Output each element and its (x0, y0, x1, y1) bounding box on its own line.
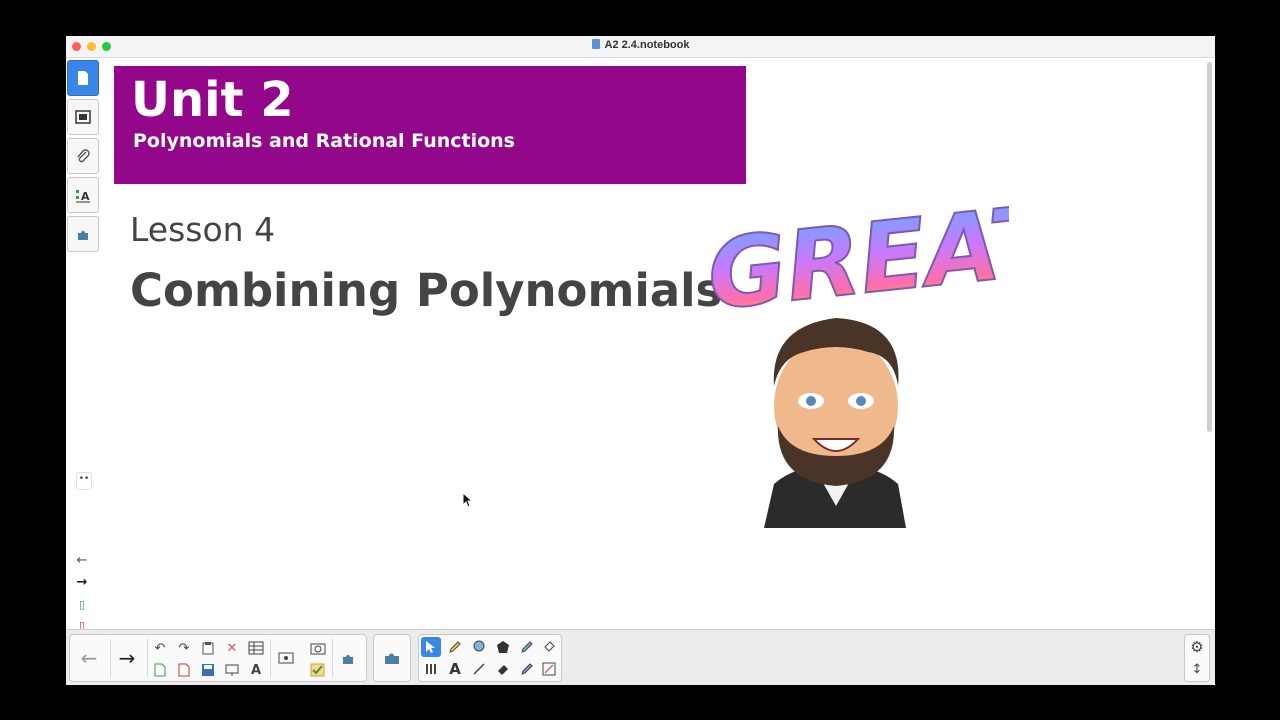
magic-pen-icon (521, 663, 533, 675)
text-format-button[interactable]: A (246, 660, 266, 680)
properties-tool-icon (542, 662, 556, 676)
screen-capture-button[interactable] (308, 638, 328, 658)
insert-table-button[interactable] (246, 638, 266, 658)
screen-shade-icon (278, 652, 294, 664)
addons-panel-button[interactable] (382, 648, 402, 668)
calligraphic-pen-button[interactable] (517, 637, 537, 657)
unit-banner: Unit 2 Polynomials and Rational Function… (114, 66, 746, 184)
side-tabs: A •• ← → ▯ ▯ (66, 58, 102, 632)
app-window: A2 2.4.notebook A •• ← → ▯ ▯ Unit 2 Poly… (66, 36, 1215, 685)
toolbar-tools-group: A (418, 634, 562, 682)
screen-shade-button[interactable] (276, 649, 296, 669)
save-button[interactable] (198, 660, 218, 680)
attachments-icon (77, 149, 90, 163)
properties-icon: A (76, 190, 90, 203)
measurement-icon (426, 664, 436, 674)
addons-icon (78, 231, 88, 240)
unit-heading: Unit 2 (131, 72, 294, 128)
paint-bucket-icon (544, 641, 555, 652)
slide-canvas[interactable]: Unit 2 Polynomials and Rational Function… (104, 58, 1204, 628)
checkbox-icon (310, 663, 325, 677)
previous-page-arrow-button[interactable]: ← (74, 638, 104, 678)
great-sticker: GREAT! (701, 178, 1009, 316)
up-down-arrow-icon: ↕ (1191, 661, 1203, 677)
measurement-tools-button[interactable] (421, 659, 441, 679)
shapes-icon (473, 640, 485, 652)
table-icon (248, 641, 264, 655)
magic-pen-button[interactable] (517, 659, 537, 679)
text-format-icon: A (250, 662, 262, 678)
redo-button[interactable]: ↷ (174, 638, 194, 658)
paste-button[interactable] (198, 638, 218, 658)
line-tool-button[interactable] (469, 659, 489, 679)
undo-button[interactable]: ↶ (150, 638, 170, 658)
select-arrow-icon (426, 641, 435, 653)
delete-icon: ✕ (226, 640, 238, 656)
line-icon (473, 663, 485, 675)
title-bar: A2 2.4.notebook (66, 36, 1215, 58)
monitor-icon (225, 664, 239, 676)
settings-button[interactable]: ⚙ (1187, 637, 1207, 657)
attachments-tab[interactable] (67, 138, 99, 174)
previous-page-button[interactable]: ← (74, 553, 90, 568)
addons-tab[interactable] (67, 216, 99, 252)
teacher-avatar (764, 318, 906, 528)
toolbar-settings-group: ⚙ ↕ (1184, 634, 1210, 682)
regular-polygon-tool-button[interactable] (493, 637, 513, 657)
save-icon (202, 664, 214, 676)
right-arrow-icon: → (118, 646, 136, 670)
delete-page-toolbar-icon (178, 663, 190, 677)
pen-icon (449, 641, 461, 653)
new-page-icon (154, 663, 166, 677)
properties-tab[interactable]: A (67, 177, 99, 213)
toolbar-position-button[interactable]: ↕ (1187, 659, 1207, 679)
window-title: A2 2.4.notebook (66, 39, 1215, 51)
eraser-icon (498, 665, 508, 675)
page-sorter-icon (78, 71, 88, 85)
svg-text:A: A (81, 190, 90, 203)
pen-tool-button[interactable] (445, 637, 465, 657)
puzzle-icon (343, 655, 353, 664)
next-page-arrow-button[interactable]: → (112, 638, 142, 678)
left-arrow-icon: ← (80, 646, 98, 670)
redo-icon: ↷ (178, 640, 190, 656)
mouse-pointer-icon (462, 492, 474, 508)
calligraphic-pen-icon (521, 641, 533, 653)
addon-icon (385, 653, 399, 664)
text-icon: A (449, 660, 461, 678)
select-tool-button[interactable] (421, 637, 441, 657)
unit-subtitle: Polynomials and Rational Functions (133, 130, 515, 152)
undo-icon: ↶ (154, 640, 166, 656)
toolbar-page-group: ← → ↶ ↷ ✕ A (69, 634, 367, 682)
add-page-icon[interactable]: ▯ (74, 598, 90, 611)
clipboard-icon (202, 642, 214, 655)
collapse-sidebar-button[interactable]: •• (76, 472, 92, 490)
gallery-tab[interactable] (67, 99, 99, 135)
lesson-title: Combining Polynomials (130, 264, 723, 317)
properties-tool-button[interactable] (539, 659, 559, 679)
toolbar-addon-group (373, 634, 411, 682)
fill-tool-button[interactable] (539, 637, 559, 657)
shapes-tool-button[interactable] (469, 637, 489, 657)
camera-icon (310, 643, 326, 655)
document-icon (591, 39, 600, 49)
gear-icon: ⚙ (1190, 638, 1204, 656)
page-sorter-tab[interactable] (67, 60, 99, 96)
polygon-icon (497, 641, 509, 653)
display-screen-button[interactable] (222, 660, 242, 680)
new-page-button[interactable] (150, 660, 170, 680)
bottom-toolbar: ← → ↶ ↷ ✕ A A ⚙ ↕ (66, 629, 1215, 685)
text-tool-button[interactable]: A (445, 659, 465, 679)
response-button[interactable] (308, 660, 328, 680)
gallery-icon (75, 110, 91, 124)
delete-button[interactable]: ✕ (222, 638, 242, 658)
delete-page-toolbar-button[interactable] (174, 660, 194, 680)
lesson-number: Lesson 4 (130, 210, 276, 249)
great-sticker-text: GREAT! (702, 179, 1009, 316)
addons-toolbar-button[interactable] (338, 649, 358, 669)
eraser-tool-button[interactable] (493, 659, 513, 679)
vertical-scrollbar[interactable] (1207, 62, 1212, 432)
next-page-button[interactable]: → (74, 575, 90, 590)
